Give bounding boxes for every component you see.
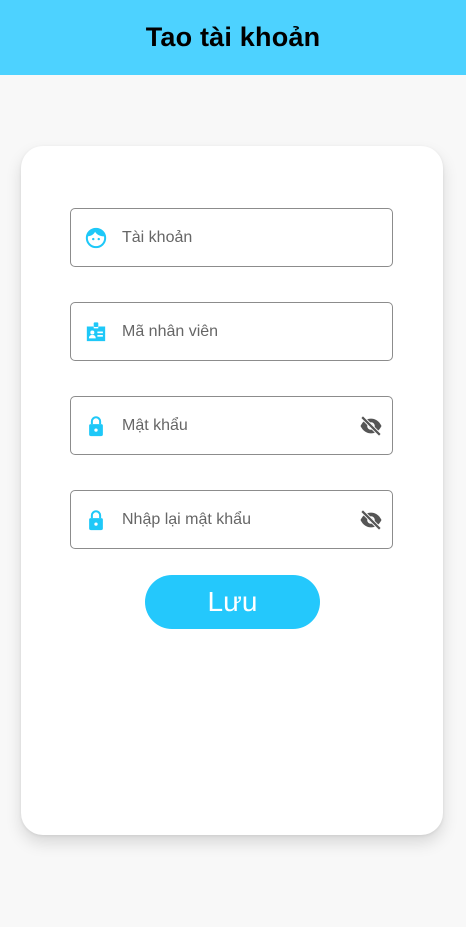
save-button[interactable]: Lưu bbox=[145, 575, 320, 629]
face-icon bbox=[85, 227, 107, 249]
employee-id-placeholder: Mã nhân viên bbox=[122, 322, 219, 340]
form-card: Tài khoản Mã nhân viên Mật khẩu Nhập lại… bbox=[21, 146, 443, 835]
page-title: Tao tài khoản bbox=[145, 22, 321, 52]
username-placeholder: Tài khoản bbox=[122, 228, 193, 246]
password-placeholder: Mật khẩu bbox=[122, 416, 188, 434]
confirm-password-field[interactable]: Nhập lại mật khẩu bbox=[70, 490, 393, 549]
badge-icon bbox=[85, 321, 107, 343]
app-bar: Tao tài khoản bbox=[0, 0, 466, 75]
username-field[interactable]: Tài khoản bbox=[70, 208, 393, 267]
password-field[interactable]: Mật khẩu bbox=[70, 396, 393, 455]
employee-id-field[interactable]: Mã nhân viên bbox=[70, 302, 393, 361]
lock-icon bbox=[85, 415, 107, 437]
lock-icon bbox=[85, 509, 107, 531]
visibility-off-icon[interactable] bbox=[359, 414, 383, 438]
visibility-off-icon[interactable] bbox=[359, 508, 383, 532]
confirm-password-placeholder: Nhập lại mật khẩu bbox=[122, 510, 251, 528]
